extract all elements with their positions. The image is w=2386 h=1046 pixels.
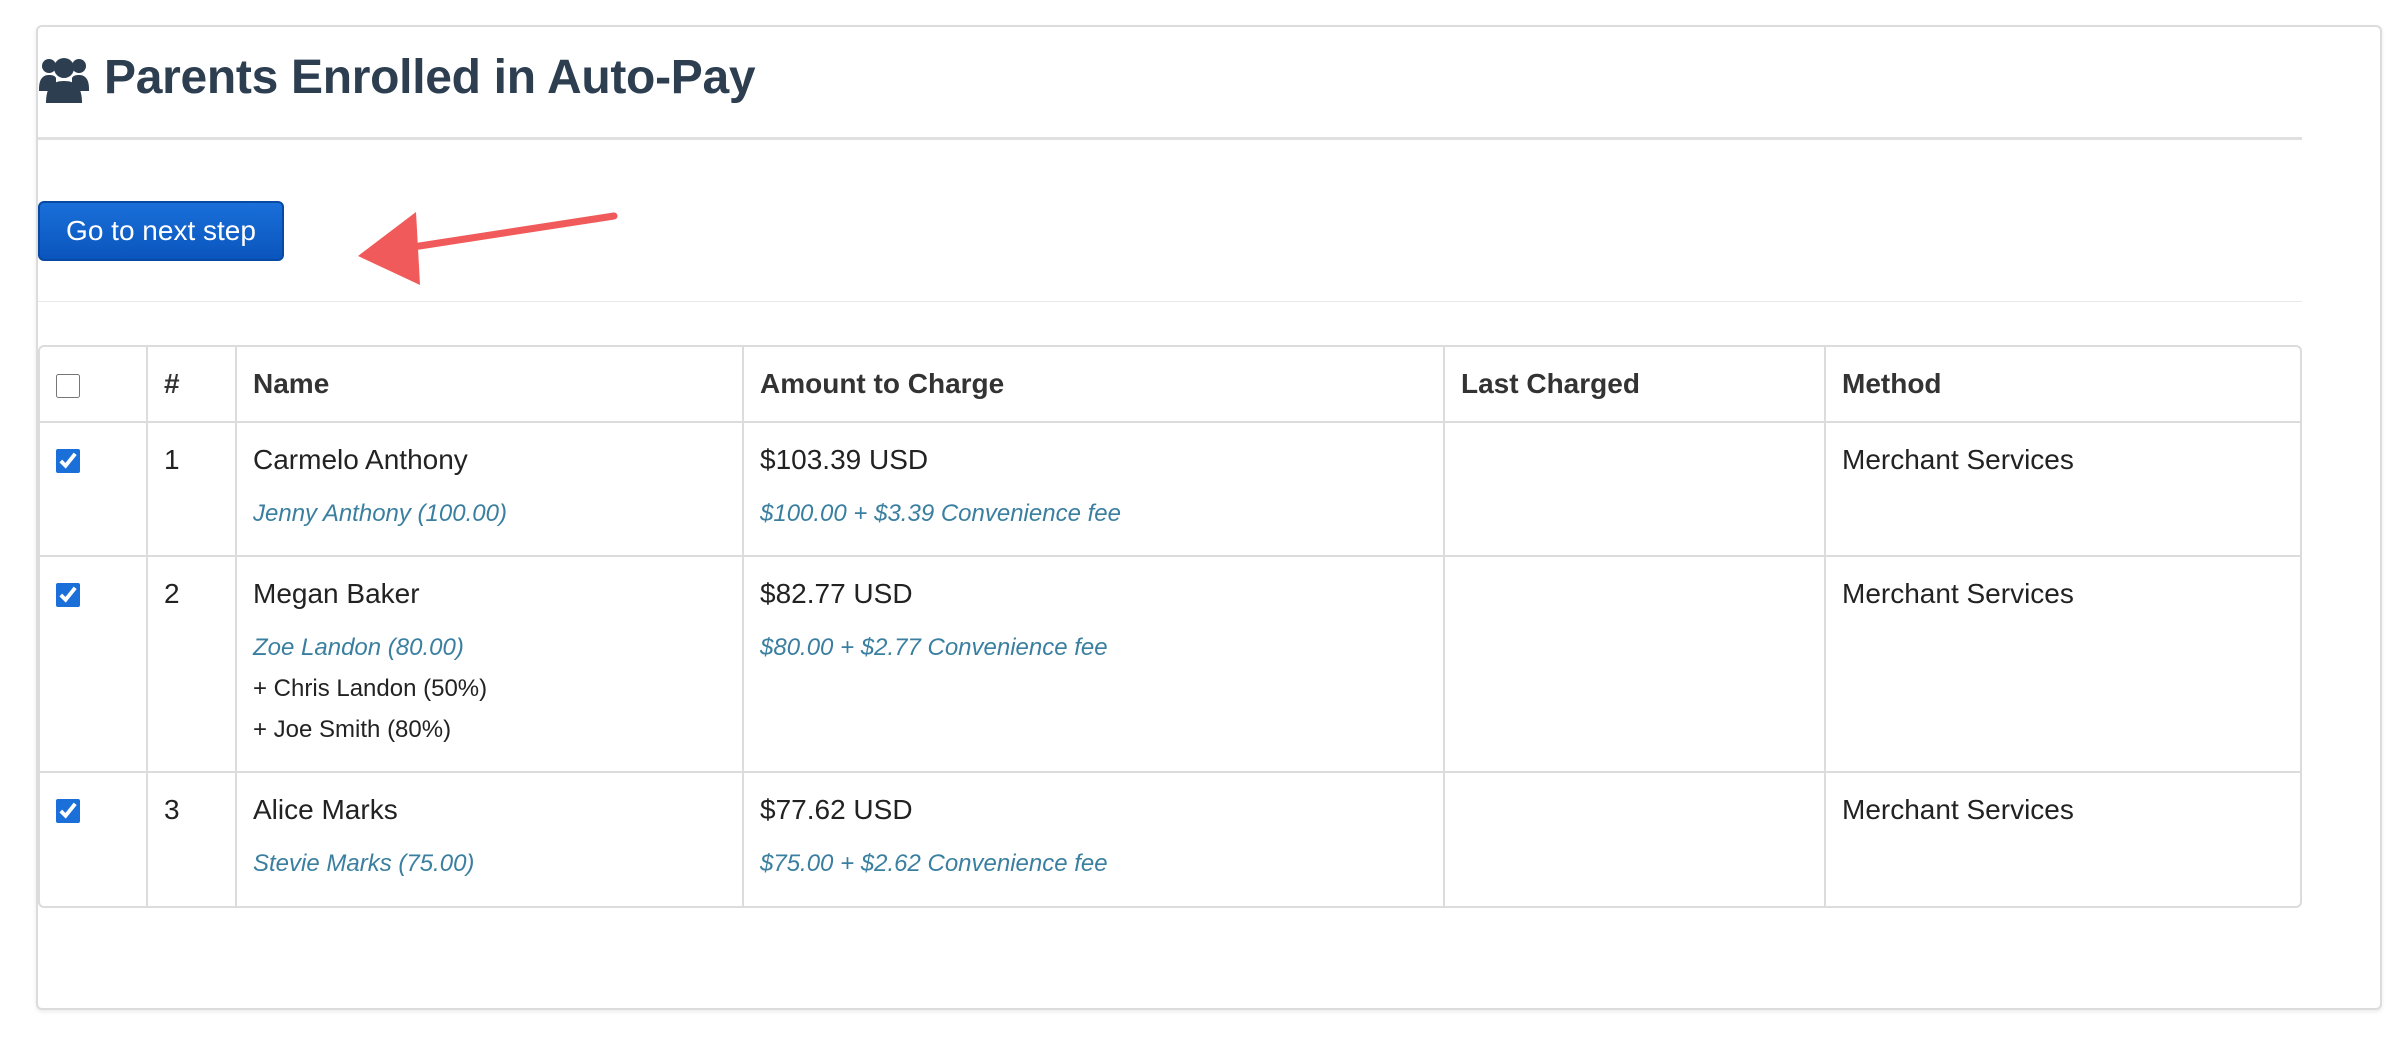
amount-cell: $77.62 USD $75.00 + $2.62 Convenience fe… [742, 771, 1445, 906]
autopay-table: # Name Amount to Charge Last Charged Met… [38, 345, 2302, 908]
additional-student: + Chris Landon (50%) [253, 675, 488, 702]
method-cell: Merchant Services [1824, 421, 2300, 557]
column-header-number[interactable]: # [146, 347, 237, 423]
parent-name: Megan Baker [253, 578, 420, 609]
last-charged-cell [1443, 555, 1826, 773]
section-divider [38, 301, 2302, 302]
column-header-last-charged[interactable]: Last Charged [1443, 347, 1826, 423]
student-link[interactable]: Jenny Anthony (100.00) [253, 497, 726, 531]
select-all-checkbox[interactable] [56, 373, 80, 398]
row-number: 2 [146, 555, 237, 773]
page-header: Parents Enrolled in Auto-Pay [38, 50, 756, 105]
table-header-row: # Name Amount to Charge Last Charged Met… [40, 347, 2300, 423]
row-checkbox[interactable] [56, 583, 80, 607]
student-link[interactable]: Zoe Landon (80.00) [253, 631, 726, 665]
amount-breakdown: $80.00 + $2.77 Convenience fee [760, 634, 1108, 661]
last-charged-cell [1443, 771, 1826, 906]
select-cell [40, 421, 148, 557]
parent-name-cell: Alice Marks Stevie Marks (75.00) [235, 771, 744, 906]
select-cell [40, 771, 148, 906]
column-header-amount[interactable]: Amount to Charge [742, 347, 1445, 423]
column-header-method[interactable]: Method [1824, 347, 2300, 423]
amount-total: $82.77 USD [760, 578, 913, 609]
row-checkbox[interactable] [56, 799, 80, 823]
method-cell: Merchant Services [1824, 555, 2300, 773]
table-row: 1 Carmelo Anthony Jenny Anthony (100.00)… [40, 421, 2300, 557]
table-row: 2 Megan Baker Zoe Landon (80.00) + Chris… [40, 555, 2300, 773]
parent-name: Carmelo Anthony [253, 444, 468, 475]
row-checkbox[interactable] [56, 449, 80, 473]
table-row: 3 Alice Marks Stevie Marks (75.00) $77.6… [40, 771, 2300, 906]
amount-total: $103.39 USD [760, 444, 929, 475]
amount-breakdown: $75.00 + $2.62 Convenience fee [760, 850, 1108, 877]
select-cell [40, 555, 148, 773]
parent-name: Alice Marks [253, 794, 398, 825]
select-all-cell [40, 347, 148, 423]
parent-name-cell: Carmelo Anthony Jenny Anthony (100.00) [235, 421, 744, 557]
amount-cell: $82.77 USD $80.00 + $2.77 Convenience fe… [742, 555, 1445, 773]
row-number: 3 [146, 771, 237, 906]
amount-cell: $103.39 USD $100.00 + $3.39 Convenience … [742, 421, 1445, 557]
additional-student: + Joe Smith (80%) [253, 716, 452, 743]
student-link[interactable]: Stevie Marks (75.00) [253, 847, 726, 881]
last-charged-cell [1443, 421, 1826, 557]
users-icon [39, 57, 89, 103]
next-step-button[interactable]: Go to next step [38, 201, 284, 261]
method-cell: Merchant Services [1824, 771, 2300, 906]
row-number: 1 [146, 421, 237, 557]
parent-name-cell: Megan Baker Zoe Landon (80.00) + Chris L… [235, 555, 744, 773]
amount-total: $77.62 USD [760, 794, 913, 825]
title-divider [38, 137, 2302, 140]
arrow-left-annotation-icon [358, 212, 618, 285]
column-header-name[interactable]: Name [235, 347, 744, 423]
amount-breakdown: $100.00 + $3.39 Convenience fee [760, 500, 1121, 527]
page-title: Parents Enrolled in Auto-Pay [104, 51, 756, 104]
